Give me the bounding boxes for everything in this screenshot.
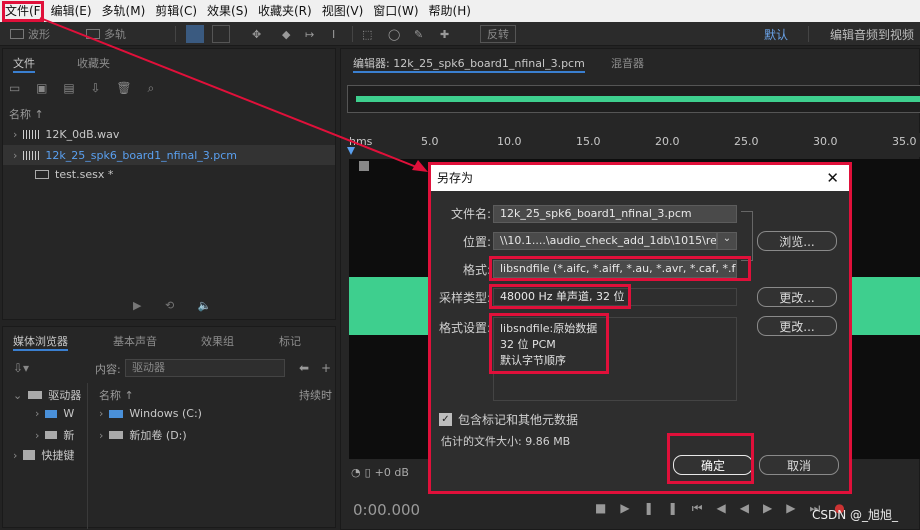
watermark: CSDN @_旭旭_ (812, 508, 899, 522)
annotation-arrow (39, 17, 428, 172)
